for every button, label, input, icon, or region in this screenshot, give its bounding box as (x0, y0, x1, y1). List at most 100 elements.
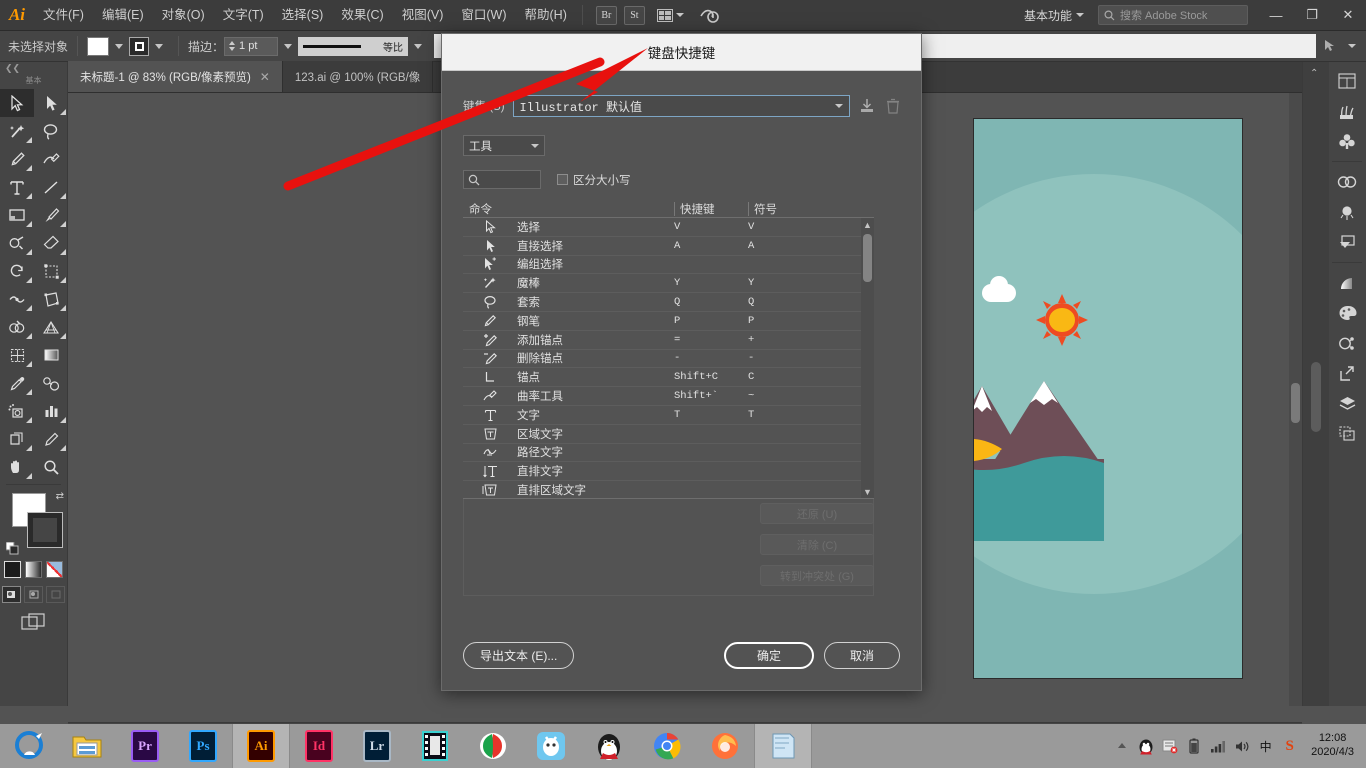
tool-eyedropper[interactable] (0, 369, 34, 397)
swap-fill-stroke-icon[interactable]: ⇄ (56, 491, 64, 502)
table-row[interactable]: 直排文字 (463, 462, 874, 481)
taskbar-photoshop[interactable]: Ps (174, 724, 232, 768)
ok-button[interactable]: 确定 (724, 642, 814, 669)
table-row[interactable]: 删除锚点 - - (463, 350, 874, 369)
table-row[interactable]: 添加锚点 = + (463, 331, 874, 350)
tool-curvature[interactable] (34, 145, 68, 173)
tool-direct-selection[interactable] (34, 89, 68, 117)
pathfinder-panel-icon[interactable] (1332, 418, 1362, 448)
taskbar-qq-messenger[interactable] (580, 724, 638, 768)
stroke-chevron-icon[interactable] (155, 44, 163, 49)
taskbar-notepad[interactable] (754, 724, 812, 768)
bridge-button[interactable]: Br (596, 6, 617, 25)
table-row[interactable]: 选择 V V (463, 218, 874, 237)
table-scrollbar[interactable]: ▲ ▼ (861, 218, 874, 499)
menu-help[interactable]: 帮助(H) (516, 0, 576, 31)
keyset-dropdown[interactable]: Illustrator 默认值 (513, 95, 850, 117)
cc-libraries-panel-icon[interactable] (1332, 167, 1362, 197)
clock[interactable]: 12:08 2020/4/3 (1305, 732, 1360, 760)
table-row[interactable]: 套索 Q Q (463, 293, 874, 312)
gradient-mode-button[interactable] (25, 561, 42, 578)
document-tab-123ai[interactable]: 123.ai @ 100% (RGB/像 (283, 61, 433, 92)
table-row[interactable]: 路径文字 (463, 444, 874, 463)
screen-mode-icon[interactable] (21, 613, 47, 631)
workspace-label[interactable]: 基本功能 (1020, 7, 1076, 24)
cc-sync-icon[interactable] (698, 5, 720, 25)
network-tray-icon[interactable] (1209, 738, 1226, 755)
taskbar-illustrator[interactable]: Ai (232, 724, 290, 768)
tool-eraser[interactable] (34, 229, 68, 257)
table-row[interactable]: 锚点 Shift+C C (463, 368, 874, 387)
scroll-thumb[interactable] (1291, 383, 1300, 423)
color-panel-icon[interactable] (1332, 298, 1362, 328)
tool-hand[interactable] (0, 453, 34, 481)
gradient-panel-icon[interactable] (1332, 268, 1362, 298)
select-similar-chevron-icon[interactable] (1348, 44, 1356, 48)
tool-line-segment[interactable] (34, 173, 68, 201)
stroke-swatch[interactable] (28, 513, 62, 547)
tool-shape-builder[interactable] (0, 313, 34, 341)
scroll-down-icon[interactable]: ▼ (861, 485, 874, 499)
tool-rotate[interactable] (0, 257, 34, 285)
tool-symbol-sprayer[interactable] (0, 397, 34, 425)
category-dropdown[interactable]: 工具 (463, 135, 545, 156)
tool-perspective-grid[interactable] (34, 313, 68, 341)
draw-inside-button[interactable] (46, 586, 65, 603)
menu-edit[interactable]: 编辑(E) (93, 0, 153, 31)
show-hidden-icons[interactable] (1113, 738, 1130, 755)
taskbar-firefox[interactable] (696, 724, 754, 768)
tool-paintbrush[interactable] (34, 201, 68, 229)
tool-mesh[interactable] (0, 341, 34, 369)
command-search-input[interactable] (463, 170, 541, 189)
fill-chevron-icon[interactable] (115, 44, 123, 49)
symbols-panel-icon[interactable] (1332, 126, 1362, 156)
color-mode-button[interactable] (4, 561, 21, 578)
transparency-panel-icon[interactable] (1332, 328, 1362, 358)
tool-artboard[interactable] (0, 425, 34, 453)
menu-file[interactable]: 文件(F) (34, 0, 93, 31)
stock-search-input[interactable]: 搜索 Adobe Stock (1098, 5, 1248, 25)
properties-panel-icon[interactable] (1332, 66, 1362, 96)
table-row[interactable]: 钢笔 P P (463, 312, 874, 331)
menu-window[interactable]: 窗口(W) (452, 0, 515, 31)
draw-normal-button[interactable] (2, 586, 21, 603)
export-panel-icon[interactable] (1332, 358, 1362, 388)
taskbar-360-browser[interactable] (0, 724, 58, 768)
restore-button[interactable]: ❐ (1294, 0, 1330, 31)
tool-rectangle[interactable] (0, 201, 34, 229)
layers-panel-icon[interactable] (1332, 388, 1362, 418)
tool-zoom[interactable] (34, 453, 68, 481)
table-body[interactable]: 选择 V V 直接选择 A A 编组选择 (463, 218, 874, 499)
taskbar-file-explorer[interactable] (58, 724, 116, 768)
taskbar-chrome[interactable] (638, 724, 696, 768)
tool-free-transform[interactable] (34, 285, 68, 313)
menu-view[interactable]: 视图(V) (393, 0, 453, 31)
taskbar-lightroom[interactable]: Lr (348, 724, 406, 768)
close-button[interactable]: ✕ (1330, 0, 1366, 31)
fill-color-swatch[interactable] (87, 37, 109, 56)
table-row[interactable]: 编组选择 (463, 256, 874, 275)
tool-shaper[interactable] (0, 229, 34, 257)
qq-tray-icon[interactable] (1137, 738, 1154, 755)
select-similar-icon[interactable] (1322, 38, 1338, 54)
taskbar-premiere-pro[interactable]: Pr (116, 724, 174, 768)
table-row[interactable]: 直接选择 A A (463, 237, 874, 256)
tool-selection[interactable] (0, 89, 34, 117)
stroke-color-swatch[interactable] (129, 37, 149, 56)
draw-behind-button[interactable] (24, 586, 43, 603)
scroll-thumb[interactable] (863, 234, 872, 282)
table-row[interactable]: 曲率工具 Shift+` ~ (463, 387, 874, 406)
case-sensitive-checkbox[interactable] (557, 174, 568, 185)
tool-lasso[interactable] (34, 117, 68, 145)
keyboard-shortcuts-dialog[interactable]: 键盘快捷键 键集 (S) Illustrator 默认值 工具 (441, 33, 922, 691)
ime-indicator[interactable]: 中 (1257, 738, 1274, 755)
taskbar-wps-office[interactable] (464, 724, 522, 768)
export-text-button[interactable]: 导出文本 (E)... (463, 642, 574, 669)
volume-tray-icon[interactable] (1233, 738, 1250, 755)
variable-width-profile[interactable]: 等比 (298, 37, 408, 56)
battery-tray-icon[interactable] (1185, 738, 1202, 755)
table-row[interactable]: 区域文字 (463, 425, 874, 444)
menu-object[interactable]: 对象(O) (153, 0, 214, 31)
tool-gradient[interactable] (34, 341, 68, 369)
none-mode-button[interactable] (46, 561, 63, 578)
